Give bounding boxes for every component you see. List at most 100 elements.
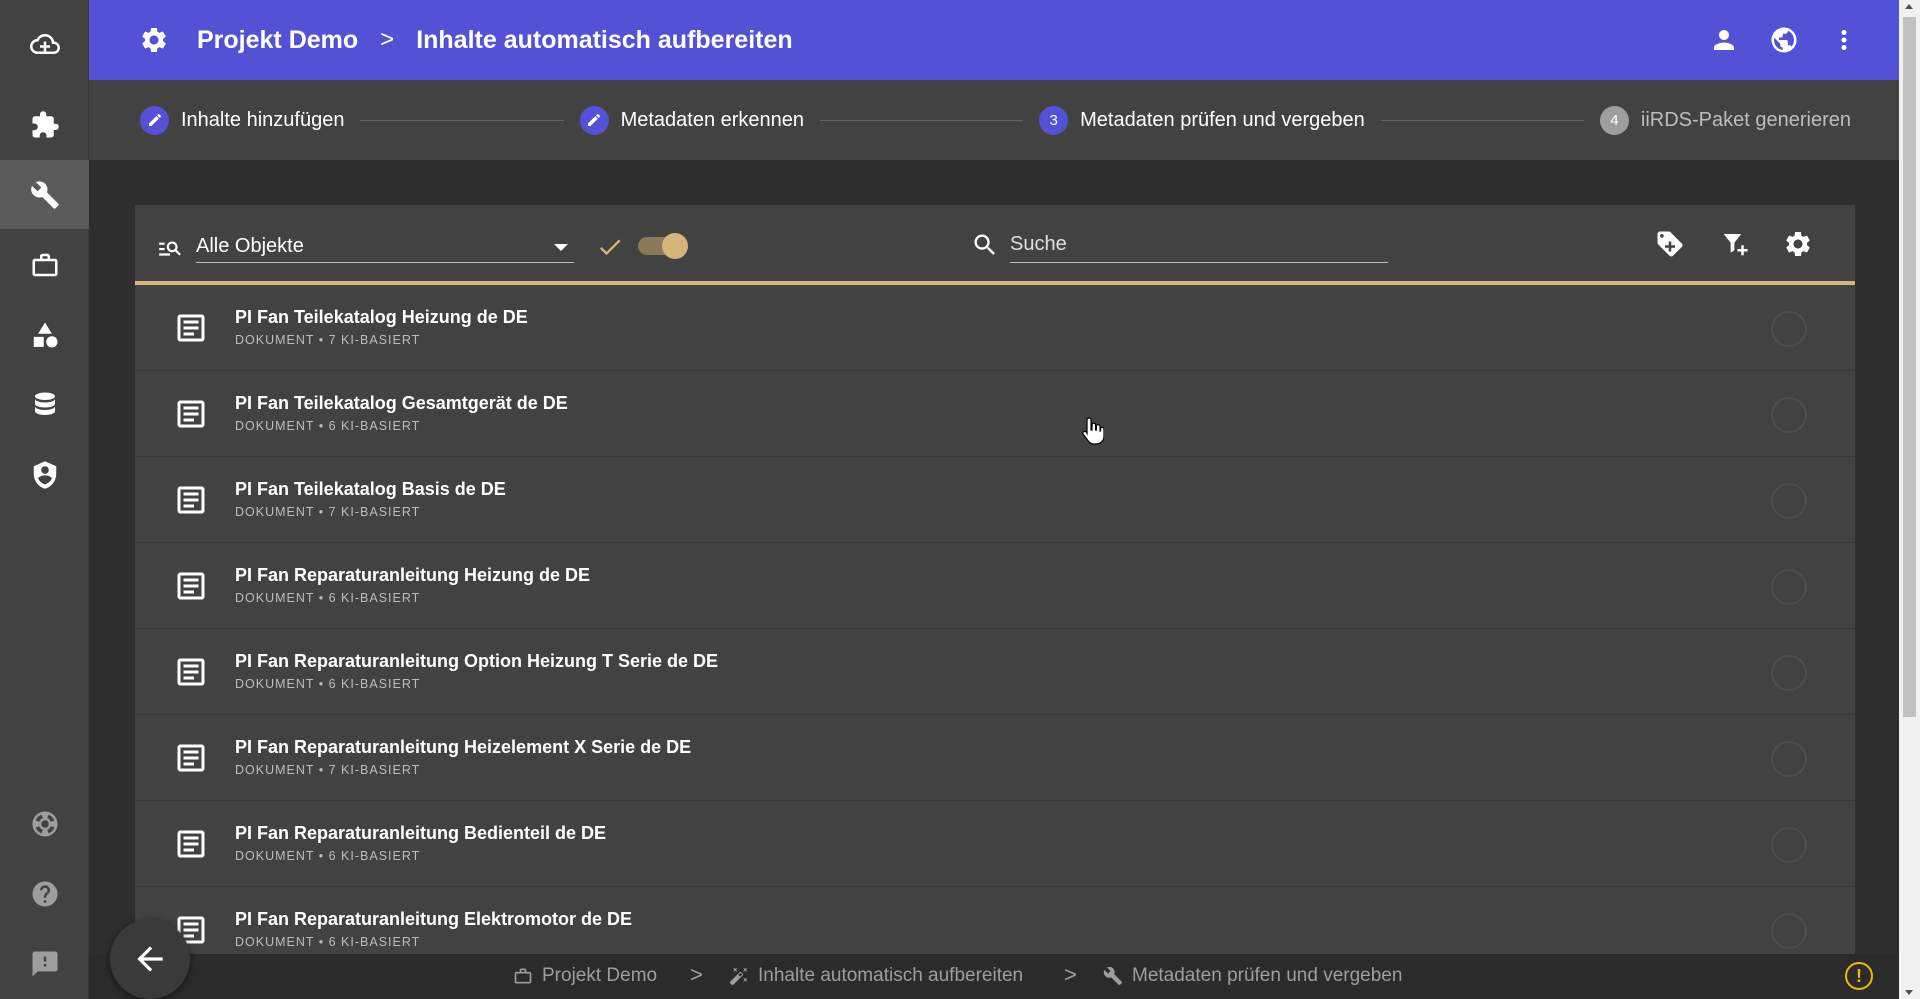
footer-crumb-step[interactable]: Metadaten prüfen und vergeben <box>1103 965 1402 987</box>
scroll-down-arrow-icon[interactable] <box>1905 990 1913 995</box>
item-select-radio[interactable] <box>1771 827 1807 863</box>
briefcase-icon <box>514 968 532 984</box>
step-done-indicator <box>579 105 609 135</box>
object-filter-select[interactable]: Alle Objekte <box>196 233 574 263</box>
nav-projects[interactable] <box>0 230 89 299</box>
nav-extensions[interactable] <box>0 90 89 159</box>
item-subtitle: DOKUMENT • 6 KI-BASIERT <box>235 935 421 949</box>
item-subtitle: DOKUMENT • 6 KI-BASIERT <box>235 591 421 605</box>
step-done-indicator <box>140 105 169 135</box>
object-list: PI Fan Teilekatalog Heizung de DE DOKUME… <box>135 285 1855 955</box>
item-title: PI Fan Reparaturanleitung Option Heizung… <box>235 651 719 671</box>
toggle-knob <box>662 233 688 259</box>
item-subtitle: DOKUMENT • 7 KI-BASIERT <box>235 333 421 347</box>
item-select-radio[interactable] <box>1771 655 1807 691</box>
item-select-radio[interactable] <box>1771 741 1807 777</box>
item-select-radio[interactable] <box>1771 483 1807 519</box>
database-icon <box>34 392 55 415</box>
nav-security[interactable] <box>0 440 89 509</box>
item-title: PI Fan Reparaturanleitung Heizelement X … <box>235 737 692 757</box>
footer-crumb-project[interactable]: Projekt Demo <box>513 965 657 987</box>
tag-add-icon[interactable] <box>1655 229 1685 259</box>
help-icon <box>32 881 57 906</box>
item-select-radio[interactable] <box>1771 311 1807 347</box>
more-vert-icon[interactable] <box>1829 25 1859 55</box>
step-label: Metadaten erkennen <box>620 108 805 131</box>
item-select-radio[interactable] <box>1771 913 1807 949</box>
document-icon <box>177 314 205 342</box>
item-title: PI Fan Teilekatalog Basis de DE <box>235 479 506 499</box>
back-button[interactable] <box>110 919 190 999</box>
breadcrumb-project[interactable]: Projekt Demo <box>197 26 358 55</box>
lifebuoy-icon <box>32 811 57 836</box>
step-add-content[interactable]: Inhalte hinzufügen <box>140 105 345 135</box>
caret-down-icon <box>554 244 568 251</box>
item-title: PI Fan Teilekatalog Gesamtgerät de DE <box>235 393 568 413</box>
nav-feedback[interactable] <box>0 929 89 998</box>
scrollbar-thumb[interactable] <box>1903 17 1916 717</box>
item-subtitle: DOKUMENT • 6 KI-BASIERT <box>235 677 421 691</box>
document-icon <box>177 572 205 600</box>
step-detect-metadata[interactable]: Metadaten erkennen <box>579 105 805 135</box>
list-item[interactable]: PI Fan Reparaturanleitung Option Heizung… <box>135 629 1855 715</box>
wrench-icon <box>30 180 59 209</box>
crumb-label: Projekt Demo <box>542 965 658 986</box>
list-item[interactable]: PI Fan Reparaturanleitung Bedienteil de … <box>135 801 1855 887</box>
list-item[interactable]: PI Fan Reparaturanleitung Elektromotor d… <box>135 887 1855 955</box>
item-select-radio[interactable] <box>1771 397 1807 433</box>
side-nav-rail <box>0 0 89 999</box>
gear-icon[interactable] <box>139 25 169 55</box>
footer-crumb-process[interactable]: Inhalte automatisch aufbereiten <box>729 965 1023 987</box>
warning-icon[interactable]: ! <box>1845 962 1873 990</box>
nav-tools[interactable] <box>0 160 89 229</box>
feedback-icon <box>32 951 57 976</box>
shapes-icon <box>33 322 57 347</box>
workflow-stepper: Inhalte hinzufügen Metadaten erkennen 3 … <box>89 80 1899 160</box>
filter-add-icon[interactable] <box>1720 229 1750 259</box>
document-icon <box>177 744 205 772</box>
document-icon <box>177 830 205 858</box>
shield-user-icon <box>33 460 56 489</box>
nav-database[interactable] <box>0 370 89 439</box>
list-toolbar: Alle Objekte <box>135 205 1855 285</box>
step-generate-package[interactable]: 4 iiRDS-Paket generieren <box>1599 105 1851 135</box>
crumb-label: Inhalte automatisch aufbereiten <box>758 965 1024 986</box>
top-actions <box>1709 25 1859 55</box>
confirmed-toggle[interactable] <box>638 233 688 259</box>
globe-icon[interactable] <box>1769 25 1799 55</box>
settings-icon[interactable] <box>1783 229 1813 259</box>
list-item[interactable]: PI Fan Teilekatalog Basis de DE DOKUMENT… <box>135 457 1855 543</box>
step-label: Inhalte hinzufügen <box>181 108 345 131</box>
chevron-right-icon: > <box>1064 962 1077 987</box>
search-icon <box>974 234 995 255</box>
list-item[interactable]: PI Fan Teilekatalog Gesamtgerät de DE DO… <box>135 371 1855 457</box>
item-select-radio[interactable] <box>1771 569 1807 605</box>
page-scrollbar[interactable] <box>1899 0 1920 999</box>
account-icon[interactable] <box>1709 25 1739 55</box>
item-title: PI Fan Reparaturanleitung Heizung de DE <box>235 565 591 585</box>
check-icon <box>599 239 621 256</box>
arrow-left-icon <box>137 946 163 972</box>
search-field[interactable] <box>1010 233 1388 263</box>
hand-cursor-icon <box>1082 417 1104 445</box>
step-label: iiRDS-Paket generieren <box>1640 108 1851 131</box>
item-title: PI Fan Teilekatalog Heizung de DE <box>235 307 528 327</box>
step-connector <box>1380 119 1584 121</box>
step-number: 4 <box>1599 105 1629 135</box>
list-item[interactable]: PI Fan Reparaturanleitung Heizung de DE … <box>135 543 1855 629</box>
item-subtitle: DOKUMENT • 7 KI-BASIERT <box>235 505 421 519</box>
pencil-icon <box>148 113 161 126</box>
cloud-upload-icon[interactable] <box>0 9 89 78</box>
step-review-metadata[interactable]: 3 Metadaten prüfen und vergeben <box>1039 105 1365 135</box>
document-icon <box>177 486 205 514</box>
scroll-up-arrow-icon[interactable] <box>1905 4 1913 9</box>
list-item[interactable]: PI Fan Reparaturanleitung Heizelement X … <box>135 715 1855 801</box>
wrench-icon <box>1103 966 1123 986</box>
step-number: 3 <box>1039 105 1069 135</box>
nav-support[interactable] <box>0 789 89 858</box>
search-input[interactable] <box>1010 233 1388 256</box>
nav-help[interactable] <box>0 859 89 928</box>
step-connector <box>360 119 564 121</box>
list-item[interactable]: PI Fan Teilekatalog Heizung de DE DOKUME… <box>135 285 1855 371</box>
nav-categories[interactable] <box>0 300 89 369</box>
